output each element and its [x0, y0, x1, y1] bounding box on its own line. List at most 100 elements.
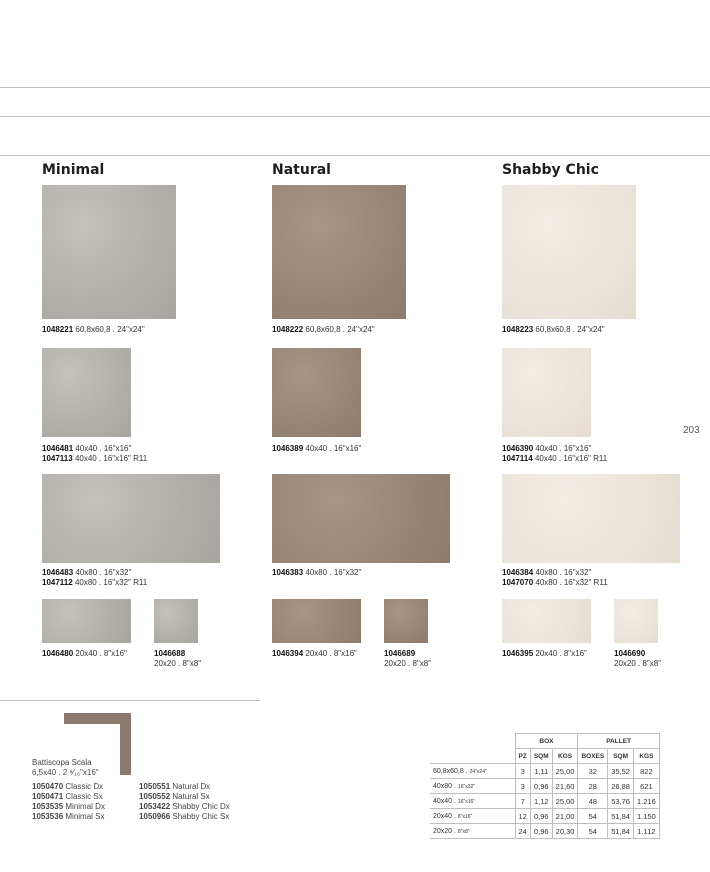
top-rule-1	[0, 87, 710, 88]
product-size: 40x80 . 16"x32"	[75, 568, 132, 577]
page-number: 203	[683, 425, 700, 436]
product-size: 40x40 . 16"x16"	[75, 444, 132, 453]
tile-shabby-20x20	[614, 599, 658, 643]
column-header: SQM	[529, 748, 553, 764]
tile-minimal-60x60	[42, 185, 176, 319]
caption-shabby-40x40: 1046390 40x40 . 16"x16" 1047114 40x40 . …	[502, 444, 607, 464]
product-code: 1046395	[502, 649, 534, 658]
product-size: 40x40 . 16"x16"	[305, 444, 362, 453]
table-cell: 28	[577, 778, 609, 794]
product-code: 1053535	[32, 802, 64, 811]
skirting-title: Battiscopa Scala 6,5x40 . 2 ⁹⁄₁₆"x16"	[32, 758, 99, 778]
product-desc: Natural Sx	[172, 792, 210, 801]
product-code: 1046483	[42, 568, 74, 577]
caption-minimal-60x60: 1048221 60,8x60,8 . 24"x24"	[42, 325, 145, 335]
table-cell: 32	[577, 763, 609, 779]
product-code: 1047114	[502, 454, 533, 463]
product-code: 1050966	[139, 812, 171, 821]
product-size: 40x40 . 16"x16" R11	[74, 454, 148, 463]
caption-natural-40x40: 1046389 40x40 . 16"x16"	[272, 444, 361, 454]
skirting-piece-vertical	[120, 713, 131, 775]
caption-minimal-20x40: 1046480 20x40 . 8"x16"	[42, 649, 127, 659]
product-code: 1046689	[384, 649, 416, 658]
caption-shabby-20x40: 1046395 20x40 . 8"x16"	[502, 649, 587, 659]
top-rule-3	[0, 155, 710, 156]
column-header: KGS	[551, 748, 579, 764]
product-code: 1046690	[614, 649, 646, 658]
format-metric: 20x40	[433, 812, 453, 820]
product-size: 40x80 . 16"x32" R11	[74, 578, 148, 587]
column-header: BOXES	[577, 748, 609, 764]
caption-minimal-40x80: 1046483 40x80 . 16"x32" 1047112 40x80 . …	[42, 568, 147, 588]
tile-minimal-40x80	[42, 474, 220, 563]
product-size: 20x40 . 8"x16"	[75, 649, 127, 658]
product-desc: Natural Dx	[172, 782, 211, 791]
product-size: 20x40 . 8"x16"	[535, 649, 587, 658]
format-cell: 20x40 . 8"x16"	[430, 808, 516, 824]
tile-natural-20x40	[272, 599, 361, 643]
caption-natural-20x20: 1046689 20x20 . 8"x8"	[384, 649, 431, 669]
product-size: 20x20 . 8"x8"	[154, 659, 202, 668]
table-cell: 1.150	[632, 808, 660, 824]
table-cell: 0,96	[529, 823, 553, 839]
table-cell: 51,84	[607, 823, 634, 839]
product-size: 40x80 . 16"x32" R11	[535, 578, 608, 587]
product-size: 40x40 . 16"x16"	[535, 444, 592, 453]
product-code: 1046383	[272, 568, 304, 577]
table-row: 40x80 . 16"x32" 3 0,96 21,60 28 26,88 62…	[430, 778, 660, 794]
format-metric: 20x20	[433, 827, 453, 835]
product-size: 60,8x60,8 . 24"x24"	[535, 325, 605, 334]
product-code: 1048223	[502, 325, 534, 334]
tile-natural-60x60	[272, 185, 406, 319]
caption-natural-60x60: 1048222 60,8x60,8 . 24"x24"	[272, 325, 375, 335]
product-code: 1047070	[502, 578, 534, 587]
table-row: 60,8x60,8 . 24"x24" 3 1,11 25,00 32 35,5…	[430, 763, 660, 779]
product-code: 1048221	[42, 325, 74, 334]
product-size: 40x80 . 16"x32"	[305, 568, 362, 577]
product-code: 1047112	[42, 578, 73, 587]
tile-natural-20x20	[384, 599, 428, 643]
caption-natural-20x40: 1046394 20x40 . 8"x16"	[272, 649, 357, 659]
skirting-codes-right: 1050551 Natural Dx 1050552 Natural Sx 10…	[139, 782, 230, 822]
product-code: 1046390	[502, 444, 534, 453]
product-code: 1047113	[42, 454, 73, 463]
table-cell: 24	[514, 823, 531, 839]
product-size: 20x20 . 8"x8"	[614, 659, 662, 668]
format-cell: 20x20 . 8"x8"	[430, 823, 516, 839]
column-header: SQM	[607, 748, 634, 764]
tile-minimal-40x40	[42, 348, 131, 437]
product-size: 20x20 . 8"x8"	[384, 659, 432, 668]
format-imperial: 16"x16"	[457, 798, 476, 805]
product-code: 1046480	[42, 649, 74, 658]
table-cell: 1.112	[632, 823, 660, 839]
product-desc: Classic Sx	[65, 792, 103, 801]
product-code: 1046389	[272, 444, 304, 453]
product-size: 60,8x60,8 . 24"x24"	[75, 325, 145, 334]
top-rule-2	[0, 116, 710, 117]
product-desc: Minimal Sx	[65, 812, 105, 821]
format-cell: 40x80 . 16"x32"	[430, 778, 516, 794]
table-group-header-row: BOX PALLET	[430, 733, 660, 749]
product-size: 40x40 . 16"x16" R11	[534, 454, 608, 463]
format-imperial: 8"x16"	[457, 813, 473, 820]
product-code: 1046481	[42, 444, 74, 453]
table-cell: 51,84	[607, 808, 634, 824]
table-cell: 26,88	[607, 778, 634, 794]
group-header-pallet: PALLET	[577, 733, 660, 749]
format-metric: 60,8x60,8	[433, 767, 464, 775]
table-cell: 1,12	[529, 793, 553, 809]
tile-shabby-40x80	[502, 474, 680, 563]
tile-minimal-20x40	[42, 599, 131, 643]
table-cell: 0,96	[529, 808, 553, 824]
table-cell: 12	[514, 808, 531, 824]
table-cell: 3	[514, 778, 531, 794]
product-size: 20x40 . 8"x16"	[305, 649, 357, 658]
product-code: 1050552	[139, 792, 171, 801]
product-code: 1050470	[32, 782, 64, 791]
tile-natural-40x40	[272, 348, 361, 437]
column-title-shabby-chic: Shabby Chic	[502, 162, 599, 178]
caption-minimal-20x20: 1046688 20x20 . 8"x8"	[154, 649, 201, 669]
column-title-minimal: Minimal	[42, 162, 105, 178]
product-code: 1050551	[139, 782, 171, 791]
table-cell: 54	[577, 808, 609, 824]
